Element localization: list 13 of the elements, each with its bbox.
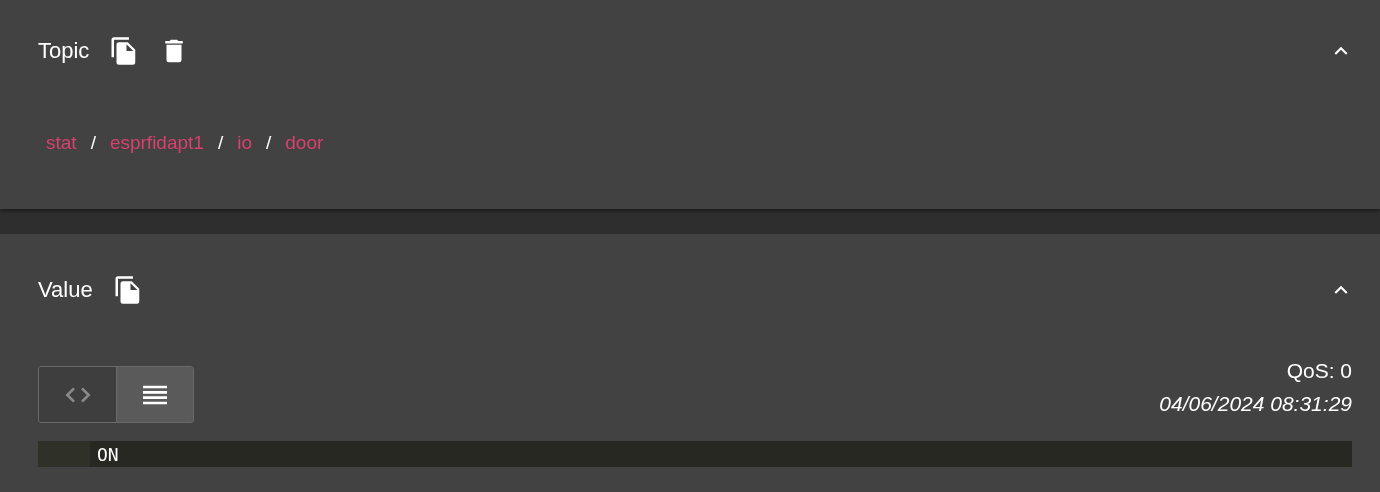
path-separator: / — [90, 132, 96, 154]
raw-view-button[interactable] — [116, 367, 193, 422]
topic-segment-link[interactable]: io — [237, 132, 252, 154]
path-separator: / — [266, 132, 272, 154]
topic-segment-link[interactable]: stat — [46, 132, 77, 154]
section-title: Topic — [38, 38, 90, 64]
timestamp: 04/06/2024 08:31:29 — [1159, 391, 1352, 417]
path-separator: / — [217, 132, 224, 154]
topic-segment-link[interactable]: esprfidapt1 — [109, 132, 204, 154]
section-title: Value — [38, 277, 93, 303]
qos-label: QoS: 0 — [1285, 358, 1352, 384]
topic-segment-link[interactable]: door — [285, 132, 324, 154]
code-line: ON — [96, 443, 119, 465]
